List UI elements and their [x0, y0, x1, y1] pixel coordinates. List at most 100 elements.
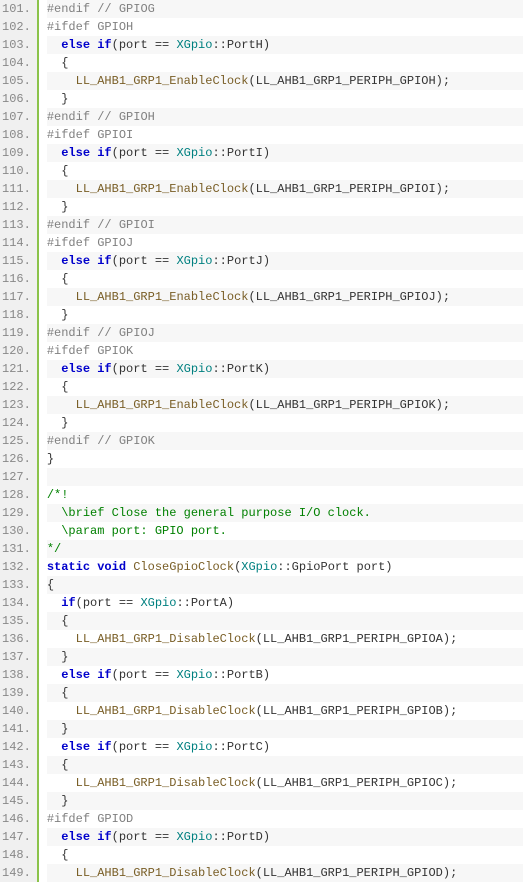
line-number: 115. [2, 252, 31, 270]
code-token [47, 182, 76, 196]
code-line: else if(port == XGpio::PortB) [47, 666, 523, 684]
code-token: } [47, 416, 69, 430]
code-token: (LL_AHB1_GRP1_PERIPH_GPIOJ); [248, 290, 450, 304]
code-token [47, 740, 61, 754]
code-token: if [61, 596, 75, 610]
code-token: { [47, 848, 69, 862]
code-line: else if(port == XGpio::PortD) [47, 828, 523, 846]
code-token: // GPIOJ [90, 326, 155, 340]
code-line: } [47, 648, 523, 666]
code-area: #endif // GPIOG#ifdef GPIOH else if(port… [39, 0, 523, 882]
line-number: 113. [2, 216, 31, 234]
line-number: 126. [2, 450, 31, 468]
line-number: 103. [2, 36, 31, 54]
code-token: GPIOK [90, 344, 133, 358]
code-token [47, 866, 76, 880]
code-editor: 101.102.103.104.105.106.107.108.109.110.… [0, 0, 523, 882]
line-number: 134. [2, 594, 31, 612]
code-line: { [47, 54, 523, 72]
code-token: (port == [112, 254, 177, 268]
code-token: { [47, 56, 69, 70]
line-number: 108. [2, 126, 31, 144]
code-token: ::PortB) [212, 668, 270, 682]
code-token: GPIOJ [90, 236, 133, 250]
code-token: // GPIOH [90, 110, 155, 124]
code-token: \brief Close the general purpose I/O clo… [47, 506, 371, 520]
code-token [47, 632, 76, 646]
code-line: { [47, 162, 523, 180]
code-token: else if [61, 146, 111, 160]
code-line: static void CloseGpioClock(XGpio::GpioPo… [47, 558, 523, 576]
code-token: { [47, 686, 69, 700]
line-number: 118. [2, 306, 31, 324]
code-token: XGpio [140, 596, 176, 610]
line-number: 109. [2, 144, 31, 162]
code-token [47, 290, 76, 304]
code-line: #ifdef GPIOH [47, 18, 523, 36]
code-token: /*! [47, 488, 69, 502]
code-token [47, 596, 61, 610]
code-token: LL_AHB1_GRP1_EnableClock [76, 74, 249, 88]
code-line: LL_AHB1_GRP1_DisableClock(LL_AHB1_GRP1_P… [47, 774, 523, 792]
code-token: { [47, 578, 54, 592]
code-token: { [47, 164, 69, 178]
code-line: } [47, 198, 523, 216]
line-number: 101. [2, 0, 31, 18]
code-token: #endif [47, 434, 90, 448]
code-token: } [47, 92, 69, 106]
code-token: #endif [47, 110, 90, 124]
code-token: (port == [112, 830, 177, 844]
code-token: LL_AHB1_GRP1_DisableClock [76, 776, 256, 790]
code-token: #ifdef [47, 812, 90, 826]
code-token: GPIOI [90, 128, 133, 142]
line-number: 117. [2, 288, 31, 306]
code-token: (LL_AHB1_GRP1_PERIPH_GPIOI); [248, 182, 450, 196]
code-token: (port == [112, 668, 177, 682]
line-number: 102. [2, 18, 31, 36]
code-token: (LL_AHB1_GRP1_PERIPH_GPIOA); [256, 632, 458, 646]
code-token: (port == [76, 596, 141, 610]
code-line: { [47, 612, 523, 630]
code-token: (LL_AHB1_GRP1_PERIPH_GPIOD); [256, 866, 458, 880]
line-number: 129. [2, 504, 31, 522]
line-number: 123. [2, 396, 31, 414]
code-token [47, 146, 61, 160]
code-token: #endif [47, 326, 90, 340]
code-token: XGpio [176, 830, 212, 844]
code-line: #ifdef GPIOD [47, 810, 523, 828]
code-line: else if(port == XGpio::PortK) [47, 360, 523, 378]
code-line: { [47, 378, 523, 396]
code-token: { [47, 380, 69, 394]
code-token: { [47, 272, 69, 286]
code-line: else if(port == XGpio::PortH) [47, 36, 523, 54]
code-token: LL_AHB1_GRP1_DisableClock [76, 632, 256, 646]
code-line: } [47, 792, 523, 810]
code-line: #endif // GPIOK [47, 432, 523, 450]
code-token: else if [61, 668, 111, 682]
code-token: } [47, 200, 69, 214]
code-token: ::PortD) [212, 830, 270, 844]
line-number: 131. [2, 540, 31, 558]
line-number: 128. [2, 486, 31, 504]
code-line: { [47, 270, 523, 288]
code-token: #ifdef [47, 344, 90, 358]
line-number: 135. [2, 612, 31, 630]
code-token [47, 704, 76, 718]
line-number: 105. [2, 72, 31, 90]
code-token: } [47, 650, 69, 664]
line-number: 143. [2, 756, 31, 774]
code-token: else if [61, 830, 111, 844]
code-line: else if(port == XGpio::PortI) [47, 144, 523, 162]
line-number: 137. [2, 648, 31, 666]
code-token: LL_AHB1_GRP1_EnableClock [76, 182, 249, 196]
code-line: /*! [47, 486, 523, 504]
code-line: if(port == XGpio::PortA) [47, 594, 523, 612]
code-line: #endif // GPIOJ [47, 324, 523, 342]
code-token: CloseGpioClock [133, 560, 234, 574]
code-token [47, 776, 76, 790]
code-token: \param port: GPIO port. [47, 524, 227, 538]
line-number: 136. [2, 630, 31, 648]
line-number: 120. [2, 342, 31, 360]
code-token: else if [61, 362, 111, 376]
code-token: } [47, 308, 69, 322]
